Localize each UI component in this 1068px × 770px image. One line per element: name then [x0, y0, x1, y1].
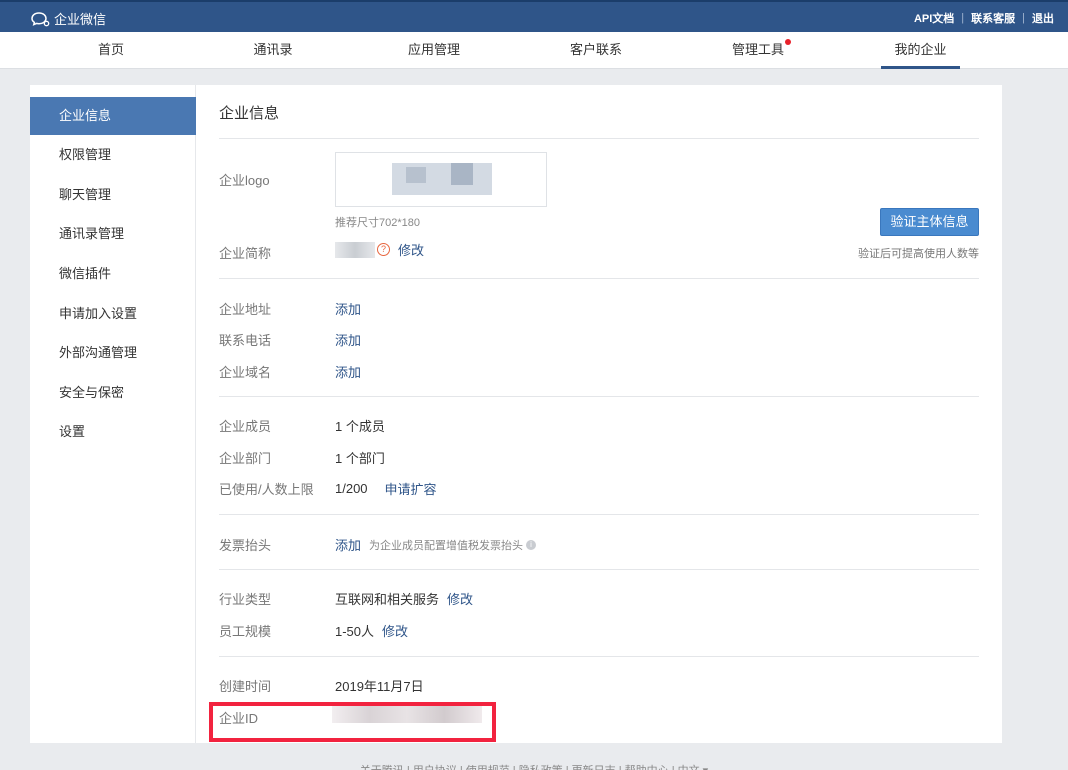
add-address-link[interactable]: 添加 — [335, 299, 361, 318]
logo-label: 企业logo — [219, 173, 270, 188]
sidebar-item-settings[interactable]: 设置 — [30, 413, 196, 451]
phone-label: 联系电话 — [219, 333, 272, 348]
info-icon[interactable]: i — [526, 539, 537, 550]
divider — [219, 656, 979, 657]
brand-name: 企业微信 — [54, 12, 107, 27]
tab-app-management[interactable]: 应用管理 — [401, 32, 467, 69]
highlight-box — [209, 702, 496, 742]
verify-hint: 验证后可提高使用人数等 — [858, 248, 979, 260]
logo-size-hint: 推荐尺寸702*180 — [335, 217, 420, 229]
add-invoice-link[interactable]: 添加 — [335, 535, 361, 554]
usage-row: 1/200 申请扩容 — [335, 479, 437, 498]
api-docs-link[interactable]: API文档 — [914, 10, 954, 26]
edit-short-name-link[interactable]: 修改 — [398, 240, 424, 259]
invoice-hint: 为企业成员配置增值税发票抬头 — [369, 539, 524, 552]
invoice-label: 发票抬头 — [219, 538, 272, 553]
tab-customer-contact[interactable]: 客户联系 — [563, 32, 629, 69]
tab-my-enterprise[interactable]: 我的企业 — [881, 32, 960, 69]
verify-entity-button[interactable]: 验证主体信息 — [880, 208, 979, 236]
edit-scale-link[interactable]: 修改 — [382, 621, 408, 640]
domain-label: 企业域名 — [219, 365, 272, 380]
divider — [219, 569, 979, 570]
short-name-redacted — [335, 241, 375, 258]
short-name-value: ? 修改 — [335, 240, 424, 259]
sidebar-item-contacts-management[interactable]: 通讯录管理 — [30, 215, 196, 253]
scale-value: 1-50人 — [335, 624, 375, 639]
divider — [219, 278, 979, 279]
sidebar-item-external-communication[interactable]: 外部沟通管理 — [30, 334, 196, 372]
tab-home[interactable]: 首页 — [84, 32, 138, 69]
sidebar-item-join-settings[interactable]: 申请加入设置 — [30, 295, 196, 333]
divider — [219, 514, 979, 515]
usage-value: 1/200 — [335, 481, 368, 496]
main-nav: 首页 通讯录 应用管理 客户联系 管理工具 我的企业 — [0, 32, 1068, 69]
question-icon[interactable]: ? — [377, 243, 390, 256]
sidebar-item-chat-management[interactable]: 聊天管理 — [30, 176, 196, 214]
tab-management-tools[interactable]: 管理工具 — [725, 32, 791, 69]
sidebar: 企业信息 权限管理 聊天管理 通讯录管理 微信插件 申请加入设置 外部沟通管理 … — [30, 85, 196, 743]
chat-bubble-logo-icon — [31, 11, 50, 26]
brand-logo[interactable]: 企业微信 — [30, 9, 106, 28]
notification-dot — [785, 39, 791, 45]
edit-industry-link[interactable]: 修改 — [447, 589, 473, 608]
industry-value: 互联网和相关服务 — [335, 592, 440, 607]
scale-label: 员工规模 — [219, 624, 272, 639]
created-value: 2019年11月7日 — [335, 679, 424, 694]
top-links: API文档 | 联系客服 | 退出 — [913, 10, 1054, 26]
sidebar-item-wechat-plugin[interactable]: 微信插件 — [30, 255, 196, 293]
members-value: 1 个成员 — [335, 419, 385, 434]
created-label: 创建时间 — [219, 679, 272, 694]
departments-value: 1 个部门 — [335, 451, 385, 466]
industry-label: 行业类型 — [219, 592, 272, 607]
footer: 关于腾讯 | 用户协议 | 使用规范 | 隐私政策 | 更新日志 | 帮助中心 … — [0, 762, 1068, 770]
divider — [219, 138, 979, 139]
logo-upload-box[interactable] — [335, 152, 547, 207]
divider — [219, 396, 979, 397]
usage-label: 已使用/人数上限 — [219, 482, 314, 497]
tab-contacts[interactable]: 通讯录 — [246, 32, 300, 69]
short-name-label: 企业简称 — [219, 246, 272, 261]
sidebar-item-enterprise-info[interactable]: 企业信息 — [30, 97, 196, 135]
invoice-row: 添加 为企业成员配置增值税发票抬头 i — [335, 535, 537, 554]
members-label: 企业成员 — [219, 419, 272, 434]
top-bar: 企业微信 API文档 | 联系客服 | 退出 — [0, 0, 1068, 32]
main-panel: 企业信息 企业logo 推荐尺寸702*180 验证主体信息 验证后可提高使用人… — [196, 85, 1002, 743]
logout-link[interactable]: 退出 — [1032, 10, 1054, 26]
page-title: 企业信息 — [219, 105, 280, 122]
expand-capacity-link[interactable]: 申请扩容 — [385, 479, 437, 498]
sidebar-item-security[interactable]: 安全与保密 — [30, 374, 196, 412]
add-domain-link[interactable]: 添加 — [335, 362, 361, 381]
departments-label: 企业部门 — [219, 451, 272, 466]
sidebar-item-permissions[interactable]: 权限管理 — [30, 136, 196, 174]
scale-row: 1-50人 修改 — [335, 621, 408, 640]
contact-support-link[interactable]: 联系客服 — [971, 10, 1015, 26]
industry-row: 互联网和相关服务 修改 — [335, 589, 473, 608]
add-phone-link[interactable]: 添加 — [335, 330, 361, 349]
address-label: 企业地址 — [219, 302, 272, 317]
